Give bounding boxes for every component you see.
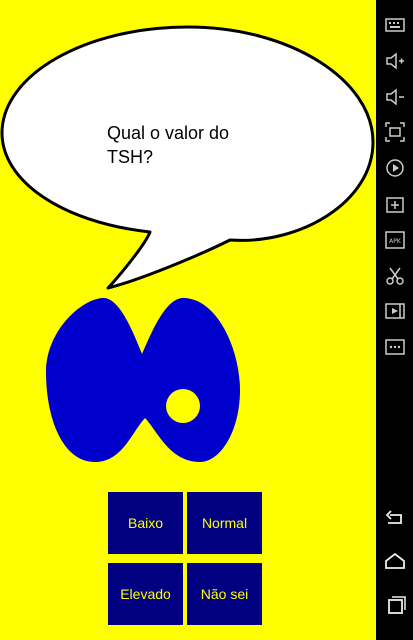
back-icon[interactable] <box>382 506 407 531</box>
answer-button-normal[interactable]: Normal <box>187 492 262 554</box>
scissors-icon[interactable] <box>382 263 407 288</box>
more-icon[interactable] <box>382 334 407 359</box>
recents-icon[interactable] <box>382 592 407 617</box>
answer-button-low[interactable]: Baixo <box>108 492 183 554</box>
answer-button-unknown[interactable]: Não sei <box>187 563 262 625</box>
app-screen: Qual o valor do TSH? Baixo Normal Elevad… <box>0 0 376 640</box>
apk-label: APK <box>389 238 402 245</box>
thyroid-icon <box>46 297 240 462</box>
keyboard-icon[interactable] <box>382 12 407 37</box>
answer-button-high[interactable]: Elevado <box>108 563 183 625</box>
answer-grid: Baixo Normal Elevado Não sei <box>108 492 262 637</box>
apk-icon[interactable]: APK <box>382 227 407 252</box>
rotate-icon[interactable] <box>382 155 407 180</box>
volume-up-icon[interactable] <box>382 48 407 73</box>
add-window-icon[interactable] <box>382 191 407 216</box>
home-icon[interactable] <box>382 548 407 573</box>
volume-down-icon[interactable] <box>382 84 407 109</box>
thyroid-shape <box>46 297 240 462</box>
emulator-side-toolbar: APK <box>376 0 413 640</box>
screenshot-icon[interactable] <box>382 119 407 144</box>
question-text: Qual o valor do TSH? <box>107 123 230 167</box>
video-icon[interactable] <box>382 298 407 323</box>
thyroid-nodule <box>166 389 200 423</box>
